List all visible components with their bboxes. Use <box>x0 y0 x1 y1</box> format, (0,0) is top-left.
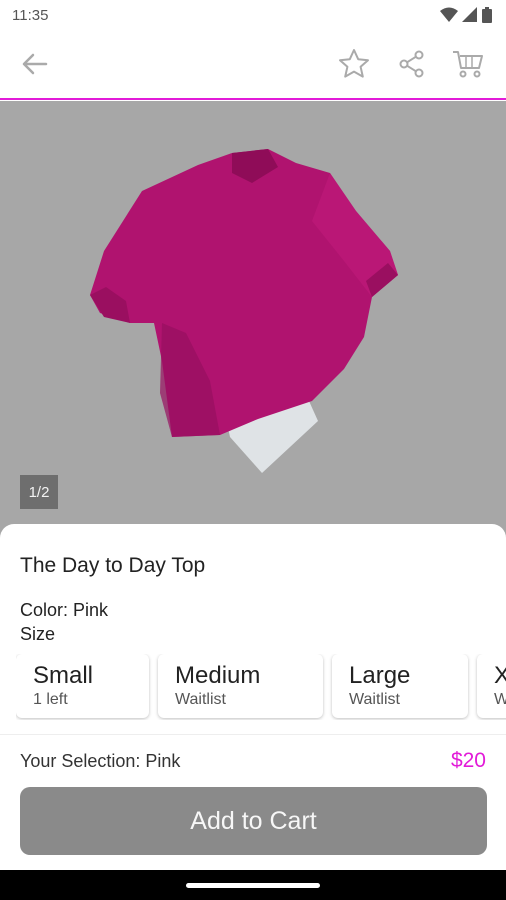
purchase-footer: Your Selection: Pink $20 Add to Cart <box>0 734 506 870</box>
size-availability: 1 left <box>33 691 68 708</box>
size-name: X <box>494 662 506 689</box>
size-option-x[interactable]: X W <box>477 654 506 718</box>
size-option-large[interactable]: Large Waitlist <box>332 654 468 718</box>
battery-icon <box>482 7 492 28</box>
product-image-carousel[interactable]: 1/2 <box>0 101 506 541</box>
status-bar: 11:35 <box>0 0 506 34</box>
system-nav-bar <box>0 870 506 900</box>
back-arrow-icon <box>19 49 49 84</box>
cart-icon <box>452 49 484 84</box>
selected-color: Color: Pink <box>20 600 109 620</box>
signal-icon <box>462 7 478 28</box>
size-availability: Waitlist <box>349 691 400 708</box>
your-selection: Your Selection: Pink <box>20 751 181 771</box>
product-photo <box>90 149 398 473</box>
add-to-cart-button[interactable]: Add to Cart <box>20 787 487 855</box>
price: $20 <box>450 749 486 772</box>
size-availability: Waitlist <box>175 691 226 708</box>
product-title: The Day to Day Top <box>20 554 206 577</box>
product-details-sheet: The Day to Day Top Color: Pink Size Smal… <box>0 524 506 734</box>
size-option-medium[interactable]: Medium Waitlist <box>158 654 323 718</box>
size-option-small[interactable]: Small 1 left <box>16 654 149 718</box>
share-button[interactable] <box>394 48 430 84</box>
size-name: Large <box>349 662 411 689</box>
size-name: Medium <box>175 662 261 689</box>
size-options: Small 1 left Medium Waitlist Large Waitl… <box>16 654 506 720</box>
star-icon <box>338 48 370 85</box>
status-time: 11:35 <box>12 7 49 24</box>
image-counter: 1/2 <box>20 475 58 509</box>
status-icons <box>440 7 492 28</box>
wifi-icon <box>440 7 458 28</box>
size-name: Small <box>33 662 94 689</box>
size-label: Size <box>20 624 56 644</box>
cart-button[interactable] <box>450 48 486 84</box>
size-availability: W <box>494 691 506 708</box>
favorite-button[interactable] <box>336 48 372 84</box>
back-button[interactable] <box>16 48 52 84</box>
app-bar <box>0 34 506 100</box>
home-indicator[interactable] <box>186 883 320 888</box>
share-icon <box>397 49 427 84</box>
